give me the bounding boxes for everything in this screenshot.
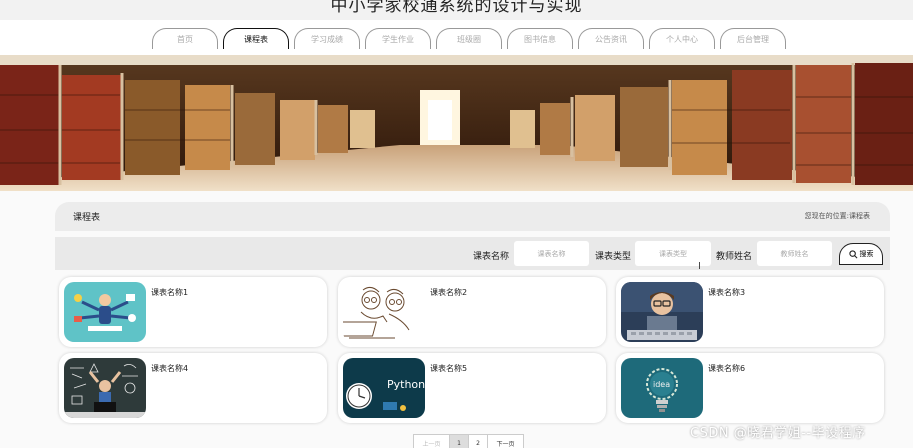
teacher-name-label: 教师姓名 <box>716 252 753 262</box>
page-title-bar: 课程表 您现在的位置:课程表 <box>55 202 890 231</box>
top-navigation: 首页 课程表 学习成绩 学生作业 班级圈 图书信息 公告资讯 个人中心 后台管理 <box>0 20 913 55</box>
nav-item-class-circle[interactable]: 班级圈 <box>436 28 502 49</box>
library-banner-image <box>0 55 913 191</box>
teacher-name-input[interactable] <box>757 241 832 266</box>
card-name: 课表名称4 <box>151 364 189 373</box>
card-thumbnail-sketch <box>343 282 425 342</box>
search-bar: 课表名称 课表类型 教师姓名 搜索 <box>55 237 890 270</box>
nav-item-admin[interactable]: 后台管理 <box>720 28 786 49</box>
page-title: 课程表 <box>73 213 101 223</box>
schedule-type-label: 课表类型 <box>595 252 632 262</box>
schedule-name-input[interactable] <box>514 241 589 266</box>
nav-list: 首页 课程表 学习成绩 学生作业 班级圈 图书信息 公告资讯 个人中心 后台管理 <box>152 28 786 49</box>
nav-item-profile[interactable]: 个人中心 <box>649 28 715 49</box>
next-page-button[interactable]: 下一页 <box>487 434 524 448</box>
search-button-label: 搜索 <box>859 251 874 258</box>
schedule-card[interactable]: idea 课表名称6 <box>616 353 884 423</box>
page-2-button[interactable]: 2 <box>468 434 488 448</box>
card-thumbnail-multitasking <box>64 282 146 342</box>
nav-item-announcements[interactable]: 公告资讯 <box>578 28 644 49</box>
page-1-button[interactable]: 1 <box>449 434 469 448</box>
nav-item-homework[interactable]: 学生作业 <box>365 28 431 49</box>
card-name: 课表名称5 <box>430 364 468 373</box>
breadcrumb-current[interactable]: 课程表 <box>849 212 870 220</box>
breadcrumb-prefix: 您现在的位置: <box>804 212 849 220</box>
card-name: 课表名称3 <box>708 288 746 297</box>
search-button[interactable]: 搜索 <box>839 243 883 265</box>
card-thumbnail-idea-bulb: idea <box>621 358 703 418</box>
text-cursor-icon: I <box>698 261 701 272</box>
schedule-card[interactable]: 课表名称3 <box>616 277 884 347</box>
pagination: 上一页 1 2 下一页 <box>413 434 524 448</box>
card-name: 课表名称6 <box>708 364 746 373</box>
schedule-card[interactable]: 课表名称4 <box>59 353 327 423</box>
schedule-card[interactable]: 课表名称2 <box>338 277 606 347</box>
schedule-name-label: 课表名称 <box>473 252 510 262</box>
site-title: 中小学家校通系统的设计与实现 <box>330 0 583 16</box>
nav-item-schedule[interactable]: 课程表 <box>223 28 289 49</box>
breadcrumb: 您现在的位置:课程表 <box>805 211 870 221</box>
search-icon <box>848 249 857 258</box>
nav-item-home[interactable]: 首页 <box>152 28 218 49</box>
watermark: CSDN @晓君学姐--毕设程序 <box>690 426 866 441</box>
nav-item-grades[interactable]: 学习成绩 <box>294 28 360 49</box>
card-thumbnail-python: Python <box>343 358 425 418</box>
idea-thumb-text: idea <box>653 380 670 389</box>
schedule-card[interactable]: 课表名称1 <box>59 277 327 347</box>
card-name: 课表名称2 <box>430 288 468 297</box>
card-thumbnail-chalkboard <box>64 358 146 418</box>
python-thumb-text: Python <box>387 378 425 391</box>
card-thumbnail-boy-keyboard <box>621 282 703 342</box>
nav-item-books[interactable]: 图书信息 <box>507 28 573 49</box>
card-name: 课表名称1 <box>151 288 189 297</box>
prev-page-button[interactable]: 上一页 <box>413 434 450 448</box>
schedule-card[interactable]: Python 课表名称5 <box>338 353 606 423</box>
